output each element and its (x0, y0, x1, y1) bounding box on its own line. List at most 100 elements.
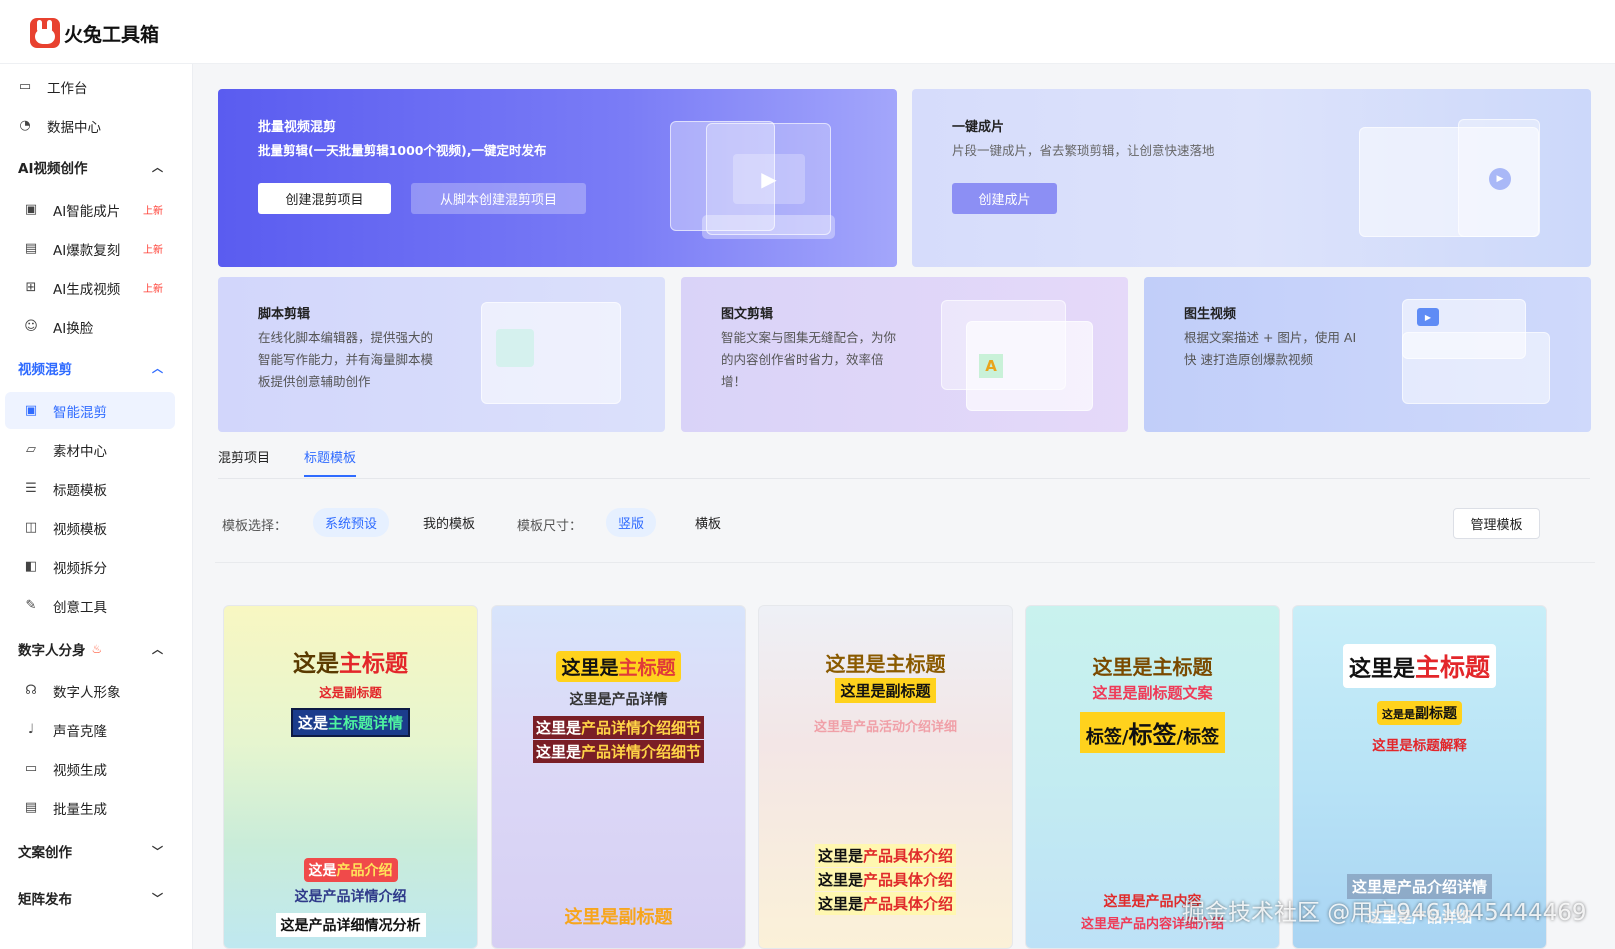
sidebar-section-ai[interactable]: AI视频创作 ︿ (5, 148, 175, 185)
phone-illustration: ▶ (1458, 119, 1540, 237)
sidebar-item-avatar[interactable]: ☊ 数字人形象 (5, 672, 175, 709)
manage-templates-button[interactable]: 管理模板 (1453, 508, 1540, 539)
video-icon: ▶ (1417, 308, 1439, 326)
sidebar-item-ai-smart[interactable]: ▣ AI智能成片 上新 (5, 191, 175, 228)
template-main-title: 这里是主标题 (825, 652, 946, 676)
tab-title-templates[interactable]: 标题模板 (304, 447, 357, 477)
sidebar-item-batch-gen[interactable]: ▤ 批量生成 (5, 789, 175, 826)
tab-mix-projects[interactable]: 混剪项目 (218, 447, 270, 466)
content-tabs: 混剪项目 标题模板 (218, 447, 1590, 479)
template-main-title: 这里是主标题 (1342, 644, 1497, 688)
mix-icon: ▣ (24, 403, 38, 418)
create-clip-button[interactable]: 创建成片 (952, 183, 1057, 214)
chevron-up-icon: ︿ (152, 361, 163, 375)
sidebar-item-datacenter[interactable]: ◔ 数据中心 (5, 107, 175, 144)
camera-icon: ▭ (24, 761, 38, 776)
banner-one-click: 一键成片 片段一键成片，省去繁琐剪辑，让创意快速落地 创建成片 ▶ (912, 89, 1591, 267)
sidebar-item-workbench[interactable]: ▭ 工作台 (5, 68, 175, 105)
template-subtitle: 这是是副标题 (1377, 701, 1462, 725)
template-filters: 模板选择： 系统预设 我的模板 模板尺寸： 竖版 横板 (215, 505, 1595, 563)
filter-vertical[interactable]: 竖版 (606, 508, 657, 537)
magic-video-icon: ⊞ (25, 280, 37, 295)
new-badge: 上新 (143, 206, 163, 217)
sidebar-item-voice-clone[interactable]: ♩ 声音克隆 (5, 711, 175, 748)
sidebar-item-video-templates[interactable]: ◫ 视频模板 (5, 509, 175, 546)
folder-icon: ▱ (26, 442, 36, 457)
batch-icon: ▤ (24, 800, 38, 815)
template-card[interactable]: 这是主标题 这是副标题 这是主标题详情 这是产品介绍 这是产品详情介绍 这是产品… (223, 605, 478, 949)
sidebar-item-ai-copy[interactable]: ▤ AI爆款复刻 上新 (5, 230, 175, 267)
template-product-intro: 这是产品介绍 (303, 858, 398, 882)
sidebar-item-ai-generate[interactable]: ⊞ AI生成视频 上新 (5, 269, 175, 306)
grid-illustration (1402, 332, 1550, 404)
split-icon: ◧ (24, 559, 38, 574)
template-bottom-subtitle: 这里是副标题 (564, 907, 673, 928)
template-product-line: 这里是产品具体介绍 (759, 844, 1012, 867)
sidebar-item-video-split[interactable]: ◧ 视频拆分 (5, 548, 175, 585)
filmstrip-illustration (702, 215, 835, 239)
template-select-label: 模板选择： (222, 519, 288, 534)
filter-my-templates[interactable]: 我的模板 (411, 508, 487, 537)
copy-video-icon: ▤ (24, 241, 38, 256)
sidebar-item-creative-tools[interactable]: ✎ 创意工具 (5, 587, 175, 624)
chevron-down-icon: ﹀ (152, 844, 163, 858)
rabbit-logo-icon (30, 18, 60, 48)
template-activity-detail: 这里是产品活动介绍详细 (813, 720, 957, 735)
sidebar-section-copywriting[interactable]: 文案创作 ﹀ (5, 832, 175, 869)
layout-icon: ◫ (24, 520, 38, 535)
chevron-up-icon: ︿ (152, 642, 163, 656)
template-subtitle: 这里是副标题文案 (1092, 684, 1213, 702)
image-placeholder-icon (496, 329, 534, 367)
template-main-title: 这是 (293, 651, 339, 677)
sidebar-section-mix[interactable]: 视频混剪 ︿ (5, 349, 175, 386)
template-card[interactable]: 这里是主标题 这里是副标题 这里是产品活动介绍详细 这里是产品具体介绍 这里是产… (758, 605, 1013, 949)
filter-horizontal[interactable]: 横板 (683, 508, 733, 537)
sidebar: ▭ 工作台 ◔ 数据中心 AI视频创作 ︿ ▣ AI智能成片 上新 ▤ AI爆款复刻 上新 ⊞… (0, 64, 193, 949)
script-editor-illustration (481, 302, 621, 404)
banner-batch-mix: 批量视频混剪 批量剪辑(一天批量剪辑1000个视频),一键定时发布 创建混剪项目… (218, 89, 897, 267)
face-icon: ☺ (24, 319, 38, 334)
filter-system-preset[interactable]: 系统预设 (313, 508, 390, 537)
template-subtitle: 这里是副标题 (835, 678, 936, 703)
sidebar-item-smart-mix[interactable]: ▣ 智能混剪 (5, 392, 175, 429)
sidebar-item-title-templates[interactable]: ☰ 标题模板 (5, 470, 175, 507)
new-badge: 上新 (143, 245, 163, 256)
sidebar-section-matrix[interactable]: 矩阵发布 ﹀ (5, 879, 175, 916)
text-template-icon: ☰ (25, 481, 37, 496)
template-detail-label: 这是主标题详情 (290, 708, 411, 737)
pie-chart-icon: ◔ (19, 118, 31, 133)
top-bar: 火兔工具箱 (0, 0, 1615, 64)
template-subtitle: 这是副标题 (319, 685, 382, 700)
fire-icon: ♨ (91, 641, 103, 656)
template-main-title: 这里是主标题 (1092, 655, 1213, 679)
sidebar-section-digital[interactable]: 数字人分身 ♨ ︿ (5, 630, 175, 667)
template-tags: 标签/标签/标签 (1079, 712, 1226, 753)
template-size-label: 模板尺寸： (517, 519, 583, 534)
new-badge: 上新 (143, 284, 163, 295)
template-title-explain: 这里是标题解释 (1372, 738, 1467, 754)
template-detail-line: 这里是产品详情介绍细节 (532, 740, 705, 763)
card-imagetext-edit[interactable]: 图文剪辑 智能文案与图集无缝配合，为你 的内容创作省时省力，效率倍增！ A (681, 277, 1128, 432)
create-mix-project-button[interactable]: 创建混剪项目 (258, 183, 391, 214)
film-icon: ▣ (24, 202, 38, 217)
sidebar-item-ai-faceswap[interactable]: ☺ AI换脸 (5, 308, 175, 345)
play-icon: ▶ (733, 154, 805, 204)
template-product-line: 这里是产品具体介绍 (759, 892, 1012, 915)
template-product-detail: 这是产品详情介绍 (294, 889, 407, 905)
chevron-down-icon: ﹀ (152, 891, 163, 905)
document-illustration: A (966, 321, 1093, 411)
sidebar-item-video-gen[interactable]: ▭ 视频生成 (5, 750, 175, 787)
monitor-icon: ▭ (18, 79, 32, 94)
creative-icon: ✎ (25, 598, 37, 613)
chevron-up-icon: ︿ (152, 160, 163, 174)
sidebar-item-materials[interactable]: ▱ 素材中心 (5, 431, 175, 468)
card-image-to-video[interactable]: 图生视频 根据文案描述 + 图片，使用 AI 快 速打造原创爆款视频 ▶ (1144, 277, 1591, 432)
template-product-line: 这里是产品具体介绍 (759, 868, 1012, 891)
template-detail-line: 这里是产品详情介绍细节 (532, 716, 705, 739)
create-from-script-button[interactable]: 从脚本创建混剪项目 (411, 183, 586, 214)
template-card[interactable]: 这里是主标题 这里是产品详情 这里是产品详情介绍细节 这里是产品详情介绍细节 这… (491, 605, 746, 949)
watermark: 掘金技术社区 @用户9461045444469 (1182, 900, 1587, 926)
template-product-analysis: 这是产品详细情况分析 (275, 913, 426, 937)
avatar-icon: ☊ (25, 683, 37, 698)
card-script-edit[interactable]: 脚本剪辑 在线化脚本编辑器，提供强大的 智能写作能力，并有海量脚本模板提供创意辅… (218, 277, 665, 432)
